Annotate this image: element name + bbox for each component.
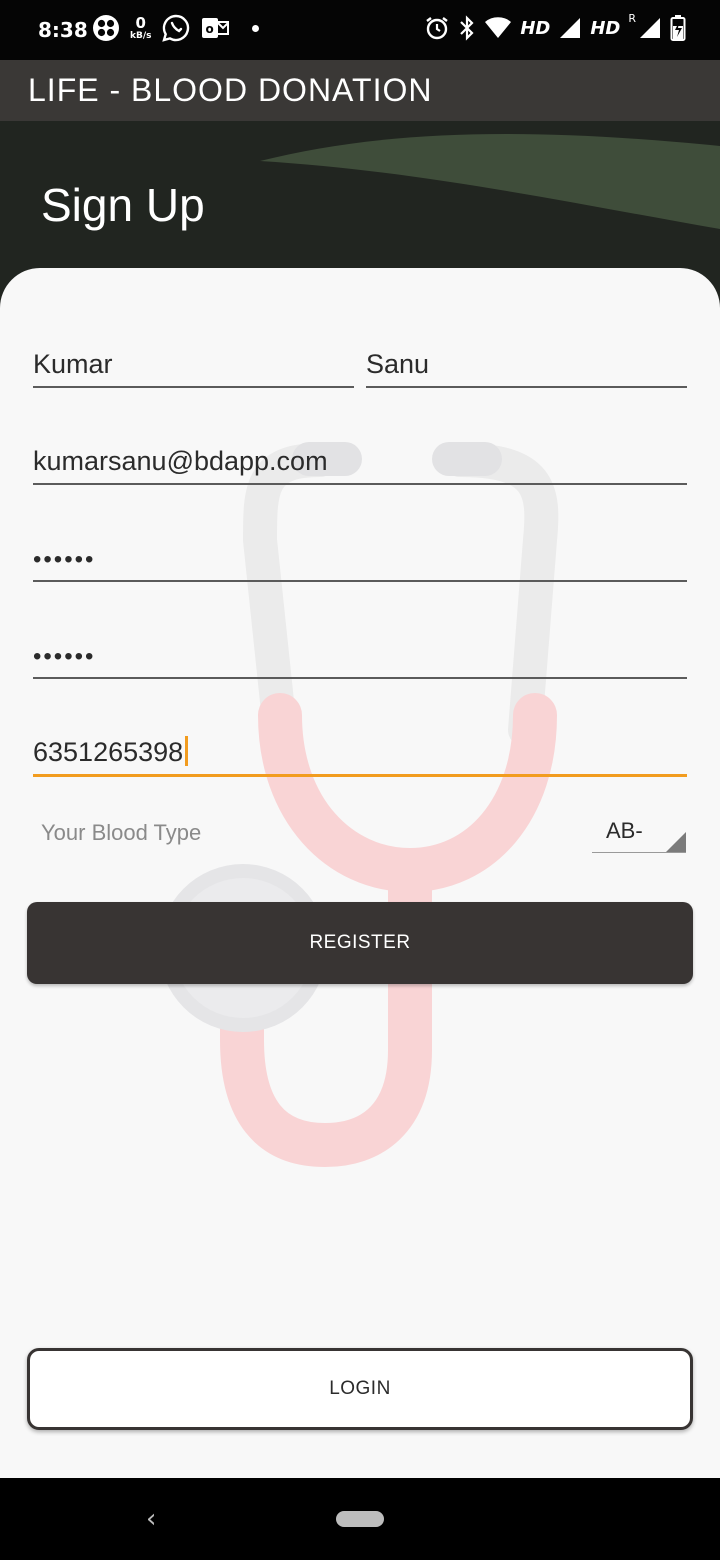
app-bar: LIFE - BLOOD DONATION (0, 60, 720, 121)
first-name-value: Kumar (33, 349, 113, 379)
outlook-icon: o (201, 18, 229, 38)
signal-icon (560, 18, 581, 38)
phone-value: 6351265398 (33, 737, 184, 767)
network-type-1: HD (520, 17, 551, 39)
status-icons-left: 0 kB/s o (92, 14, 259, 42)
page-title: Sign Up (41, 179, 205, 231)
email-field[interactable]: kumarsanu@bdapp.com (33, 435, 687, 485)
network-type-2: HD (590, 17, 621, 39)
phone-field[interactable]: 6351265398 (33, 727, 687, 777)
password-value: •••••• (33, 546, 96, 573)
dropdown-arrow-icon (666, 832, 686, 852)
wifi-icon (485, 17, 512, 38)
status-bar: 8:38 0 kB/s o HD HD R (0, 0, 720, 60)
battery-charging-icon (670, 15, 686, 41)
email-value: kumarsanu@bdapp.com (33, 446, 328, 476)
fan-icon (93, 15, 119, 41)
signal-icon (640, 18, 660, 38)
phone-input-content: 6351265398 (33, 736, 189, 768)
last-name-value: Sanu (366, 349, 430, 379)
blood-type-dropdown[interactable]: AB- (592, 815, 686, 853)
blood-type-label: Your Blood Type (41, 820, 202, 845)
first-name-field[interactable]: Kumar (33, 338, 354, 388)
blood-type-value: AB- (606, 818, 643, 843)
bluetooth-icon (460, 15, 474, 41)
confirm-password-field[interactable]: •••••• (33, 629, 687, 679)
whatsapp-icon (161, 14, 189, 42)
last-name-field[interactable]: Sanu (366, 338, 687, 388)
back-icon[interactable]: ‹ (146, 1504, 156, 1534)
notification-dot-icon (251, 24, 259, 32)
status-time: 8:38 (38, 18, 88, 42)
alarm-icon (426, 17, 449, 40)
text-cursor (185, 736, 189, 766)
password-field[interactable]: •••••• (33, 532, 687, 582)
login-button[interactable]: LOGIN (27, 1348, 693, 1430)
data-speed: 0 kB/s (130, 13, 152, 41)
confirm-password-value: •••••• (33, 643, 96, 670)
roaming-indicator: R (628, 11, 636, 25)
register-button[interactable]: REGISTER (27, 902, 693, 984)
status-icons-right: HD HD R (424, 11, 686, 42)
home-pill-icon[interactable] (336, 1511, 384, 1527)
app-title: LIFE - BLOOD DONATION (28, 72, 433, 108)
svg-text:o: o (205, 22, 213, 36)
